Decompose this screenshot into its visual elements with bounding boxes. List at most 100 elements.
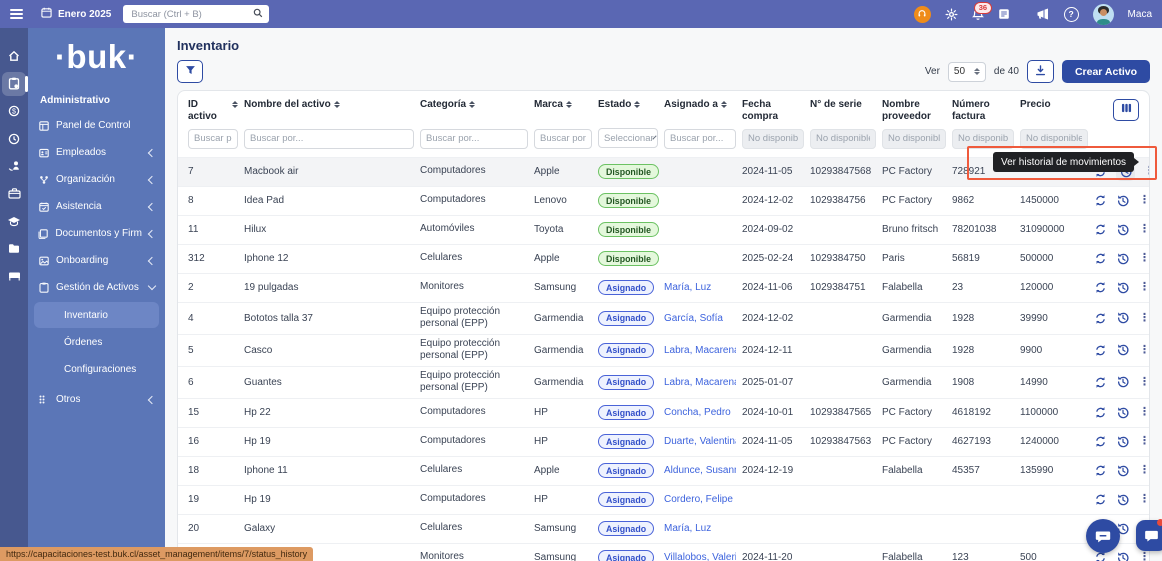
announcements-megaphone-icon[interactable] — [1036, 8, 1050, 20]
history-icon[interactable] — [1116, 551, 1130, 561]
filter-categoria-input[interactable] — [420, 129, 528, 149]
history-icon[interactable] — [1116, 464, 1130, 478]
table-row[interactable]: 16 Hp 19 Computadores HP Asignado Duarte… — [178, 427, 1149, 456]
history-icon[interactable] — [1116, 194, 1130, 208]
change-status-icon[interactable] — [1094, 281, 1107, 294]
sidebar-item-documentos-y-firma[interactable]: Documentos y Firma — [28, 220, 165, 247]
column-header-asignado[interactable]: Asignado a — [664, 99, 736, 111]
column-settings-button[interactable] — [1113, 99, 1139, 121]
row-menu-icon[interactable]: ⋮ — [1139, 224, 1150, 235]
change-status-icon[interactable] — [1094, 312, 1107, 325]
rail-training-icon[interactable] — [2, 209, 26, 233]
rail-time-icon[interactable] — [2, 127, 26, 151]
history-icon[interactable] — [1116, 311, 1130, 325]
assigned-person-link[interactable]: Cordero, Felipe — [664, 494, 736, 505]
assigned-person-link[interactable]: García, Sofía — [664, 313, 736, 324]
filter-estado-select[interactable]: Seleccionar — [598, 128, 658, 148]
global-search[interactable] — [123, 5, 269, 23]
history-icon[interactable] — [1116, 281, 1130, 295]
sidebar-subitem-ordenes[interactable]: Órdenes — [34, 329, 159, 355]
sidebar-item-asistencia[interactable]: Asistencia — [28, 193, 165, 220]
column-header-estado[interactable]: Estado — [598, 99, 658, 111]
rail-asset-management-icon[interactable] — [2, 72, 26, 96]
sidebar-item-gestion-de-activos[interactable]: Gestión de Activos — [28, 274, 165, 301]
change-status-icon[interactable] — [1094, 223, 1107, 236]
rail-documents-icon[interactable] — [2, 237, 26, 261]
table-row[interactable]: 11 Hilux Automóviles Toyota Disponible 2… — [178, 215, 1149, 244]
column-header-marca[interactable]: Marca — [534, 99, 592, 111]
change-status-icon[interactable] — [1094, 464, 1107, 477]
rail-home-icon[interactable] — [2, 44, 26, 68]
history-icon[interactable] — [1116, 435, 1130, 449]
help-icon[interactable]: ? — [1064, 7, 1079, 22]
column-header-categoria[interactable]: Categoría — [420, 99, 528, 111]
rail-payroll-icon[interactable]: $ — [2, 99, 26, 123]
change-status-icon[interactable] — [1094, 376, 1107, 389]
assigned-person-link[interactable]: Aldunce, Susann — [664, 465, 736, 476]
history-icon[interactable] — [1116, 406, 1130, 420]
table-row[interactable]: 45 19 pulgadas Monitores Samsung Asignad… — [178, 543, 1149, 561]
table-row[interactable]: 312 Iphone 12 Celulares Apple Disponible… — [178, 244, 1149, 273]
change-status-icon[interactable] — [1094, 406, 1107, 419]
sidebar-item-otros[interactable]: Otros — [28, 386, 165, 413]
row-menu-icon[interactable]: ⋮ — [1139, 377, 1150, 388]
row-menu-icon[interactable]: ⋮ — [1139, 465, 1150, 476]
rail-talent-icon[interactable] — [2, 154, 26, 178]
table-row[interactable]: 6 Guantes Equipo protección personal (EP… — [178, 366, 1149, 398]
table-row[interactable]: 19 Hp 19 Computadores HP Asignado Corder… — [178, 485, 1149, 514]
table-row[interactable]: 20 Galaxy Celulares Samsung Asignado Mar… — [178, 514, 1149, 543]
row-menu-icon[interactable]: ⋮ — [1139, 313, 1150, 324]
table-row[interactable]: 18 Iphone 11 Celulares Apple Asignado Al… — [178, 456, 1149, 485]
sidebar-item-empleados[interactable]: Empleados — [28, 139, 165, 166]
row-menu-icon[interactable]: ⋮ — [1139, 253, 1150, 264]
row-menu-icon[interactable]: ⋮ — [1139, 494, 1150, 505]
rail-benefits-icon[interactable] — [2, 182, 26, 206]
row-menu-icon[interactable]: ⋮ — [1139, 282, 1150, 293]
table-row[interactable]: 4 Bototos talla 37 Equipo protección per… — [178, 302, 1149, 334]
notifications-bell-icon[interactable]: 36 — [972, 8, 984, 21]
global-search-input[interactable] — [129, 8, 253, 21]
sidebar-item-panel-de-control[interactable]: Panel de Control — [28, 112, 165, 139]
row-menu-icon[interactable]: ⋮ — [1139, 407, 1150, 418]
filter-id-input[interactable] — [188, 129, 238, 149]
assigned-person-link[interactable]: Labra, Macarena — [664, 377, 736, 388]
change-status-icon[interactable] — [1094, 252, 1107, 265]
table-row[interactable]: 2 19 pulgadas Monitores Samsung Asignado… — [178, 273, 1149, 302]
table-row[interactable]: 15 Hp 22 Computadores HP Asignado Concha… — [178, 398, 1149, 427]
table-row[interactable]: 8 Idea Pad Computadores Lenovo Disponibl… — [178, 186, 1149, 215]
sidebar-item-onboarding[interactable]: Onboarding — [28, 247, 165, 274]
change-status-icon[interactable] — [1094, 194, 1107, 207]
filter-marca-input[interactable] — [534, 129, 592, 149]
history-icon[interactable] — [1116, 493, 1130, 507]
filter-asignado-input[interactable] — [664, 129, 736, 149]
history-icon[interactable] — [1116, 223, 1130, 237]
row-menu-icon[interactable]: ⋮ — [1139, 552, 1150, 561]
change-status-icon[interactable] — [1094, 435, 1107, 448]
assigned-person-link[interactable]: Concha, Pedro — [664, 407, 736, 418]
row-menu-icon[interactable]: ⋮ — [1144, 166, 1150, 177]
history-icon[interactable] — [1116, 252, 1130, 266]
feedback-chat-button[interactable] — [1086, 519, 1120, 553]
assigned-person-link[interactable]: María, Luz — [664, 282, 736, 293]
notes-icon[interactable] — [998, 8, 1010, 20]
export-download-button[interactable] — [1027, 60, 1054, 83]
assigned-person-link[interactable]: Villalobos, Valeria — [664, 552, 736, 561]
period-selector[interactable]: Enero 2025 — [41, 7, 111, 21]
column-header-id[interactable]: ID activo — [188, 99, 238, 122]
rail-workspace-icon[interactable] — [2, 264, 26, 288]
change-status-icon[interactable] — [1094, 344, 1107, 357]
history-icon[interactable] — [1116, 375, 1130, 389]
avatar[interactable] — [1093, 4, 1114, 25]
column-header-nombre[interactable]: Nombre del activo — [244, 99, 414, 111]
sidebar-subitem-inventario[interactable]: Inventario — [34, 302, 159, 328]
support-icon[interactable] — [914, 6, 931, 23]
hamburger-menu-icon[interactable] — [10, 9, 23, 19]
assigned-person-link[interactable]: Duarte, Valentina — [664, 436, 736, 447]
row-menu-icon[interactable]: ⋮ — [1139, 436, 1150, 447]
sidebar-item-organizacion[interactable]: Organización — [28, 166, 165, 193]
user-name[interactable]: Maca — [1128, 9, 1152, 20]
history-icon[interactable] — [1116, 343, 1130, 357]
assigned-person-link[interactable]: María, Luz — [664, 523, 736, 534]
assigned-person-link[interactable]: Labra, Macarena — [664, 345, 736, 356]
page-size-select[interactable]: 50 — [948, 62, 986, 82]
